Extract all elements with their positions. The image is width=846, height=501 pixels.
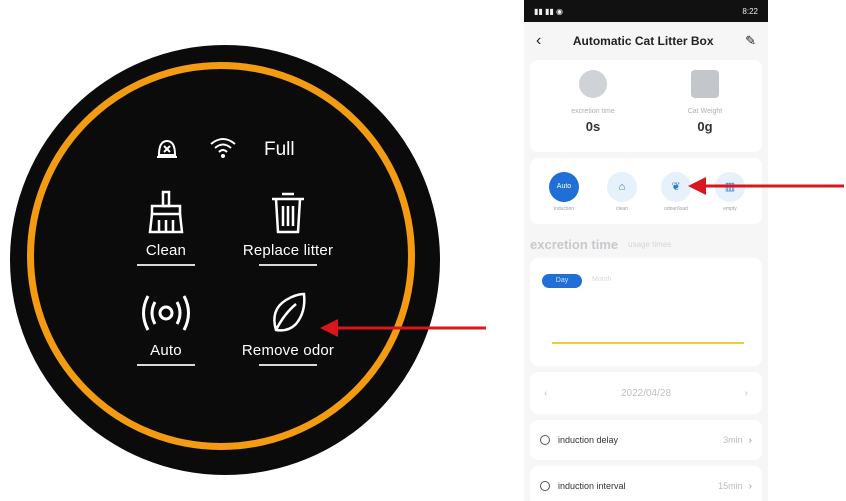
chevron-right-icon: ›: [748, 480, 752, 492]
prev-date-icon[interactable]: ‹: [544, 388, 547, 399]
stat-value: 0s: [585, 119, 601, 134]
auto-button[interactable]: Auto: [106, 290, 226, 366]
signal-icon: ▮▮ ▮▮ ◉: [534, 6, 564, 16]
page-title: Automatic Cat Litter Box: [572, 34, 714, 48]
setting-row[interactable]: induction delay 3min ›: [530, 420, 762, 460]
tab-excretion-time[interactable]: excretion time: [530, 237, 618, 252]
device-status-row: Full: [10, 135, 440, 167]
chart-line: [552, 342, 744, 344]
stat-cat-weight: Cat Weight 0g: [650, 70, 760, 134]
mode-clean[interactable]: ⌂ clean: [602, 172, 642, 212]
stats-card: excretion time 0s Cat Weight 0g: [530, 60, 762, 152]
stat-label: Cat Weight: [687, 108, 723, 115]
mode-label: induction: [553, 206, 574, 212]
mode-label: clean: [616, 206, 628, 212]
back-icon[interactable]: ‹: [536, 32, 541, 50]
clock-icon: [540, 481, 550, 491]
setting-name: induction delay: [558, 435, 619, 445]
next-date-icon[interactable]: ›: [745, 388, 748, 399]
mode-label: odour/load: [664, 206, 688, 212]
clean-button[interactable]: Clean: [106, 190, 226, 266]
leaf-icon: [273, 292, 306, 332]
auto-label: Auto: [150, 342, 182, 359]
bin-status-text: Full: [264, 139, 295, 160]
replace-litter-label: Replace litter: [242, 242, 334, 259]
replace-underline: [259, 264, 317, 266]
tab-day[interactable]: Day: [542, 274, 582, 288]
stat-excretion-time: excretion time 0s: [538, 70, 648, 134]
section-tabs: excretion time usage times: [524, 230, 768, 258]
broom-icon: ⌂: [607, 172, 637, 202]
callout-arrow-right: [688, 177, 844, 195]
tab-usage-times[interactable]: usage times: [628, 240, 671, 249]
leaf-icon: ❦: [661, 172, 691, 202]
setting-row[interactable]: induction interval 15min ›: [530, 466, 762, 501]
mode-label: empty: [723, 206, 737, 212]
broom-icon: [148, 190, 184, 234]
date-navigator: ‹ 2022/04/28 ›: [530, 372, 762, 414]
setting-value: 15min: [718, 481, 743, 491]
phone-app-screen: ▮▮ ▮▮ ◉ 8:22 ‹ Automatic Cat Litter Box …: [524, 0, 768, 501]
wifi-icon: [208, 135, 238, 166]
device-panel: Full Clean Replace litter Auto Remove od…: [10, 45, 440, 475]
auto-underline: [137, 364, 195, 366]
remove-odor-underline: [259, 364, 317, 366]
sensor-alert-icon: [154, 135, 180, 166]
app-header: ‹ Automatic Cat Litter Box ✎: [524, 22, 768, 60]
phone-status-bar: ▮▮ ▮▮ ◉ 8:22: [524, 0, 768, 22]
stat-label: excretion time: [571, 108, 615, 115]
edit-icon[interactable]: ✎: [745, 33, 756, 49]
tab-month[interactable]: Month: [592, 276, 611, 283]
clock-icon: [579, 70, 607, 98]
usage-chart: Day Month: [530, 258, 762, 366]
replace-litter-button[interactable]: Replace litter: [218, 190, 358, 266]
status-time: 8:22: [742, 6, 758, 16]
clock-icon: [540, 435, 550, 445]
stat-value: 0g: [697, 119, 713, 134]
setting-value: 3min: [723, 435, 743, 445]
auto-sensor-icon: [142, 295, 190, 331]
clean-label: Clean: [145, 242, 187, 259]
clean-underline: [137, 264, 195, 266]
mode-induction[interactable]: Auto induction: [544, 172, 584, 212]
scale-icon: [691, 70, 719, 98]
current-date: 2022/04/28: [620, 387, 672, 399]
trash-icon: [272, 192, 304, 234]
auto-mode-icon: Auto: [549, 172, 579, 202]
callout-arrow-left: [320, 319, 486, 337]
setting-name: induction interval: [558, 481, 626, 491]
remove-odor-label: Remove odor: [241, 342, 335, 359]
chevron-right-icon: ›: [748, 434, 752, 446]
